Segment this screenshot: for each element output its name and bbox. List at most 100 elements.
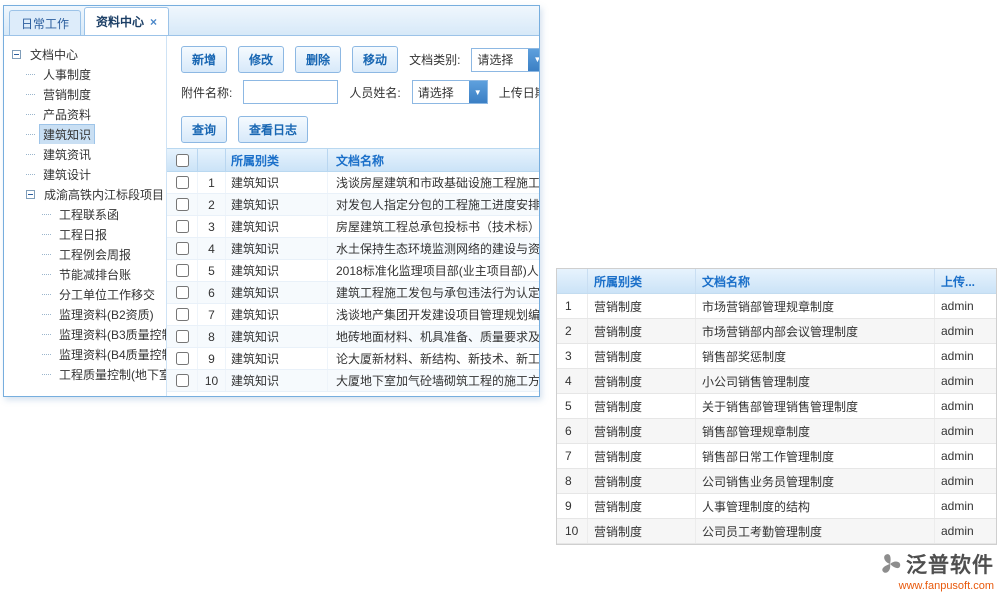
tree-item-label: 人事制度 [39,64,95,84]
table-row[interactable]: 6 建筑知识 建筑工程施工发包与承包违法行为认定... [167,282,539,304]
row-checkbox[interactable] [176,330,189,343]
collapse-icon[interactable] [26,190,35,199]
tab[interactable]: 资料中心 × [84,7,169,35]
row-checkbox[interactable] [176,198,189,211]
tree-item-label: 工程日报 [55,224,111,244]
attachment-name-label: 附件名称: [181,84,232,101]
tree-item[interactable]: 文档中心 [4,44,166,64]
row-index: 5 [197,260,225,281]
table-row[interactable]: 8 建筑知识 地砖地面材料、机具准备、质量要求及... [167,326,539,348]
filter-row: 附件名称: 人员姓名: 请选择 ▼ 上传日期 [181,80,539,104]
tab[interactable]: 日常工作 [9,10,81,35]
tree-item[interactable]: 建筑设计 [4,164,166,184]
doc-category-select[interactable]: 请选择 ▼ [471,48,539,72]
edit-button[interactable]: 修改 [238,46,284,73]
row-category: 建筑知识 [225,194,327,215]
row-checkbox[interactable] [176,264,189,277]
row-checkbox[interactable] [176,220,189,233]
table-row[interactable]: 5 营销制度 关于销售部管理销售管理制度 admin [557,394,996,419]
table-row[interactable]: 3 建筑知识 房屋建筑工程总承包投标书（技术标）... [167,216,539,238]
person-name-select[interactable]: 请选择 ▼ [412,80,488,104]
row-category: 营销制度 [587,294,695,318]
view-log-button[interactable]: 查看日志 [238,116,308,143]
tree-item-label: 监理资料(B3质量控制) [55,324,166,344]
table-row[interactable]: 7 建筑知识 浅谈地产集团开发建设项目管理规划编... [167,304,539,326]
table-row[interactable]: 10 建筑知识 大厦地下室加气砼墙砌筑工程的施工方... [167,370,539,392]
tree-item[interactable]: 建筑资讯 [4,144,166,164]
table-row[interactable]: 2 营销制度 市场营销部内部会议管理制度 admin [557,319,996,344]
tree-item[interactable]: 节能减排台账 [4,264,166,284]
collapse-icon[interactable] [12,50,21,59]
tab-close-icon[interactable]: × [150,16,157,28]
row-index: 1 [557,294,587,318]
row-uploader: admin [934,494,996,518]
row-doc-name: 论大厦新材料、新结构、新技术、新工... [327,348,539,369]
row-doc-name: 水土保持生态环境监测网络的建设与资... [327,238,539,259]
tree-item[interactable]: 工程联系函 [4,204,166,224]
column-uploader: 上传... [934,269,996,293]
column-category: 所属别类 [225,149,327,171]
move-button[interactable]: 移动 [352,46,398,73]
table-row[interactable]: 2 建筑知识 对发包人指定分包的工程施工进度安排... [167,194,539,216]
tree-item[interactable]: 工程日报 [4,224,166,244]
table-row[interactable]: 4 建筑知识 水土保持生态环境监测网络的建设与资... [167,238,539,260]
row-checkbox[interactable] [176,352,189,365]
document-tree: 文档中心 人事制度 营销制度 产品资料 建筑知识 [4,36,167,396]
table-row[interactable]: 4 营销制度 小公司销售管理制度 admin [557,369,996,394]
table-row[interactable]: 8 营销制度 公司销售业务员管理制度 admin [557,469,996,494]
tree-item[interactable]: 分工单位工作移交 [4,284,166,304]
table-row[interactable]: 5 建筑知识 2018标准化监理项目部(业主项目部)人员... [167,260,539,282]
row-category: 营销制度 [587,419,695,443]
tree-item[interactable]: 监理资料(B2资质) [4,304,166,324]
attachment-name-input[interactable] [243,80,338,104]
row-category: 建筑知识 [225,238,327,259]
table-row[interactable]: 9 建筑知识 论大厦新材料、新结构、新技术、新工... [167,348,539,370]
row-checkbox[interactable] [176,374,189,387]
tree-item[interactable]: 建筑知识 [4,124,166,144]
row-category: 建筑知识 [225,216,327,237]
tree-item[interactable]: 人事制度 [4,64,166,84]
tree-item[interactable]: 工程例会周报 [4,244,166,264]
tree-item[interactable]: 成渝高铁内江标段项目 [4,184,166,204]
row-index: 8 [557,469,587,493]
tree-item[interactable]: 营销制度 [4,84,166,104]
row-category: 营销制度 [587,319,695,343]
doc-category-value: 请选择 [472,51,528,68]
select-all-checkbox[interactable] [176,154,189,167]
tree-item[interactable]: 监理资料(B3质量控制) [4,324,166,344]
row-checkbox[interactable] [176,286,189,299]
row-uploader: admin [934,294,996,318]
delete-button[interactable]: 删除 [295,46,341,73]
logo-text: 泛普软件 [906,549,994,579]
tree-item[interactable]: 工程质量控制(地下室) [4,364,166,384]
row-doc-name: 对发包人指定分包的工程施工进度安排... [327,194,539,215]
tree-item[interactable]: 监理资料(B4质量控制) [4,344,166,364]
row-doc-name: 市场营销部内部会议管理制度 [695,319,934,343]
table-row[interactable]: 1 建筑知识 浅谈房屋建筑和市政基础设施工程施工... [167,172,539,194]
row-category: 建筑知识 [225,282,327,303]
table-row[interactable]: 9 营销制度 人事管理制度的结构 admin [557,494,996,519]
row-index: 3 [197,216,225,237]
row-checkbox[interactable] [176,308,189,321]
row-checkbox[interactable] [176,242,189,255]
row-doc-name: 浅谈房屋建筑和市政基础设施工程施工... [327,172,539,193]
dropdown-arrow-icon[interactable]: ▼ [528,49,539,71]
table-row[interactable]: 10 营销制度 公司员工考勤管理制度 admin [557,519,996,544]
table-row[interactable]: 3 营销制度 销售部奖惩制度 admin [557,344,996,369]
table-row[interactable]: 7 营销制度 销售部日常工作管理制度 admin [557,444,996,469]
tree-item-label: 建筑设计 [39,164,95,184]
table-row[interactable]: 6 营销制度 销售部管理规章制度 admin [557,419,996,444]
dropdown-arrow-icon[interactable]: ▼ [469,81,487,103]
row-category: 营销制度 [587,469,695,493]
table-row[interactable]: 1 营销制度 市场营销部管理规章制度 admin [557,294,996,319]
tree-item-label: 监理资料(B2资质) [55,304,158,324]
tree-item[interactable]: 产品资料 [4,104,166,124]
row-checkbox[interactable] [176,176,189,189]
add-button[interactable]: 新增 [181,46,227,73]
tree-item-label: 工程质量控制(地下室) [55,364,166,384]
row-category: 营销制度 [587,394,695,418]
row-category: 建筑知识 [225,172,327,193]
query-button[interactable]: 查询 [181,116,227,143]
row-uploader: admin [934,419,996,443]
tree-item-label: 工程联系函 [55,204,123,224]
